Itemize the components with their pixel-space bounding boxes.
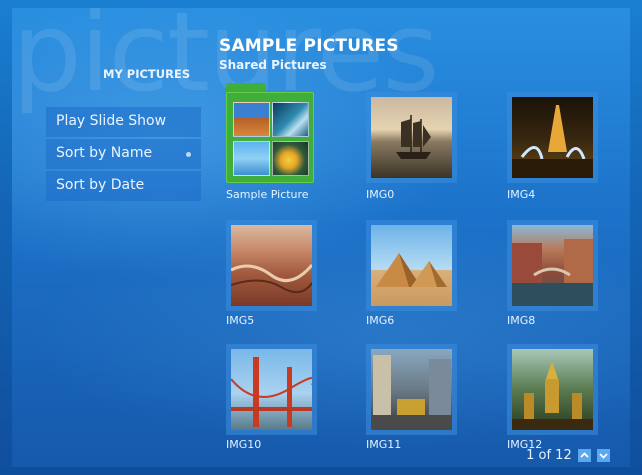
thumbnail-img12[interactable] <box>507 344 598 435</box>
eiffel-tower-fountain-image <box>512 97 593 178</box>
canyon-image <box>230 225 314 306</box>
menu-item-label: Sort by Date <box>56 177 145 193</box>
thumbnail-img8[interactable] <box>507 220 598 311</box>
wave-thumbnail-icon <box>272 102 309 137</box>
play-slide-show-button[interactable]: Play Slide Show <box>46 107 201 137</box>
fish-thumbnail-icon <box>272 141 309 176</box>
chevron-up-icon[interactable] <box>577 449 591 462</box>
sailing-ship-image <box>371 97 452 178</box>
media-center-window: pictures MY PICTURES SAMPLE PICTURES Sha… <box>12 8 630 467</box>
thumbnail-img6[interactable] <box>366 220 457 311</box>
pyramids-image <box>371 225 452 306</box>
selected-indicator-icon <box>186 152 191 157</box>
thumbnail-img5[interactable] <box>226 220 317 311</box>
page-indicator: 1 of 12 <box>526 448 572 463</box>
thumbnail-img10[interactable] <box>226 344 317 435</box>
folder-caption: Sample Picture <box>226 188 309 201</box>
pager: 1 of 12 <box>526 448 610 463</box>
page-subtitle: Shared Pictures <box>219 58 327 72</box>
thumbnail-label: IMG10 <box>226 438 262 451</box>
city-street-image <box>371 349 452 430</box>
thumbnail-img0[interactable] <box>366 92 457 183</box>
section-label: MY PICTURES <box>103 67 191 81</box>
thumbnail-img4[interactable] <box>507 92 598 183</box>
arch-thumbnail-icon <box>233 102 270 137</box>
menu-item-label: Sort by Name <box>56 145 153 161</box>
thumbnail-label: IMG0 <box>366 188 395 201</box>
folder-icon <box>226 92 314 183</box>
temple-statues-image <box>512 349 593 430</box>
thumbnail-label: IMG5 <box>226 314 255 327</box>
sidebar-menu: Play Slide Show Sort by Name Sort by Dat… <box>46 107 201 203</box>
golden-gate-bridge-image <box>230 349 316 430</box>
thumbnail-label: IMG4 <box>507 188 536 201</box>
venice-canal-image <box>512 225 593 306</box>
thumbnail-label: IMG11 <box>366 438 402 451</box>
page-title: SAMPLE PICTURES <box>219 36 399 56</box>
menu-item-label: Play Slide Show <box>56 113 167 129</box>
chevron-down-icon[interactable] <box>597 449 610 462</box>
sort-by-date-button[interactable]: Sort by Date <box>46 171 201 201</box>
thumbnail-img11[interactable] <box>366 344 457 435</box>
beach-thumbnail-icon <box>233 141 270 176</box>
thumbnail-label: IMG8 <box>507 314 536 327</box>
sample-pictures-folder[interactable] <box>226 83 314 183</box>
sort-by-name-button[interactable]: Sort by Name <box>46 139 201 169</box>
thumbnail-label: IMG6 <box>366 314 395 327</box>
